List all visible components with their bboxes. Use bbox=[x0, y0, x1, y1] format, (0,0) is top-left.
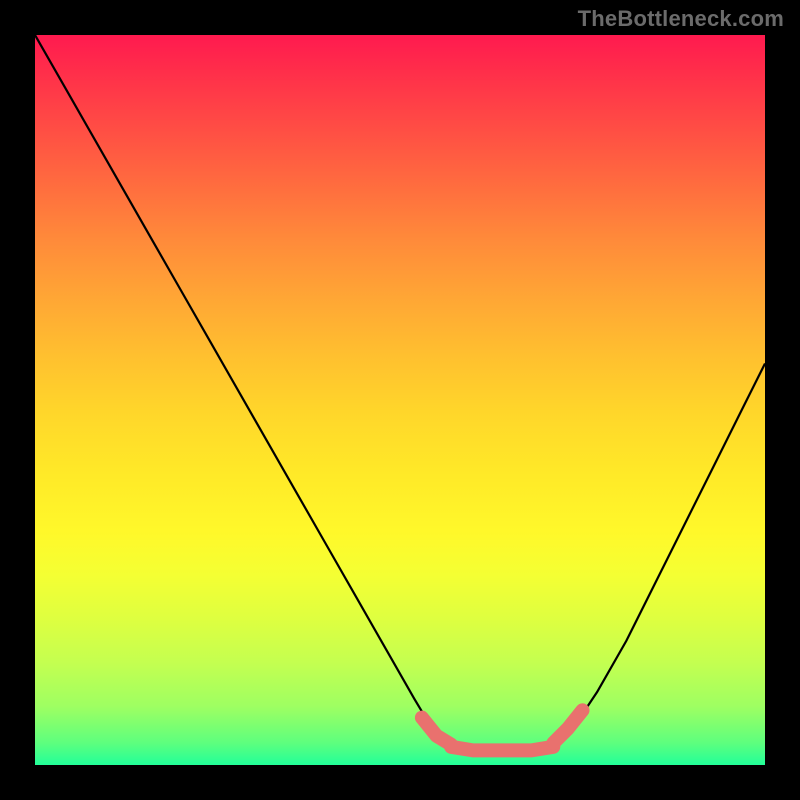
chart-stage: TheBottleneck.com bbox=[0, 0, 800, 800]
left-branch-path bbox=[35, 35, 437, 736]
watermark-text: TheBottleneck.com bbox=[578, 6, 784, 32]
right-branch-path bbox=[568, 364, 765, 736]
curve-layer bbox=[35, 35, 765, 765]
highlight-right-cap-path bbox=[553, 710, 582, 743]
plot-area bbox=[35, 35, 765, 765]
highlight-floor-path bbox=[451, 747, 553, 751]
highlight-left-cap-path bbox=[422, 718, 451, 745]
